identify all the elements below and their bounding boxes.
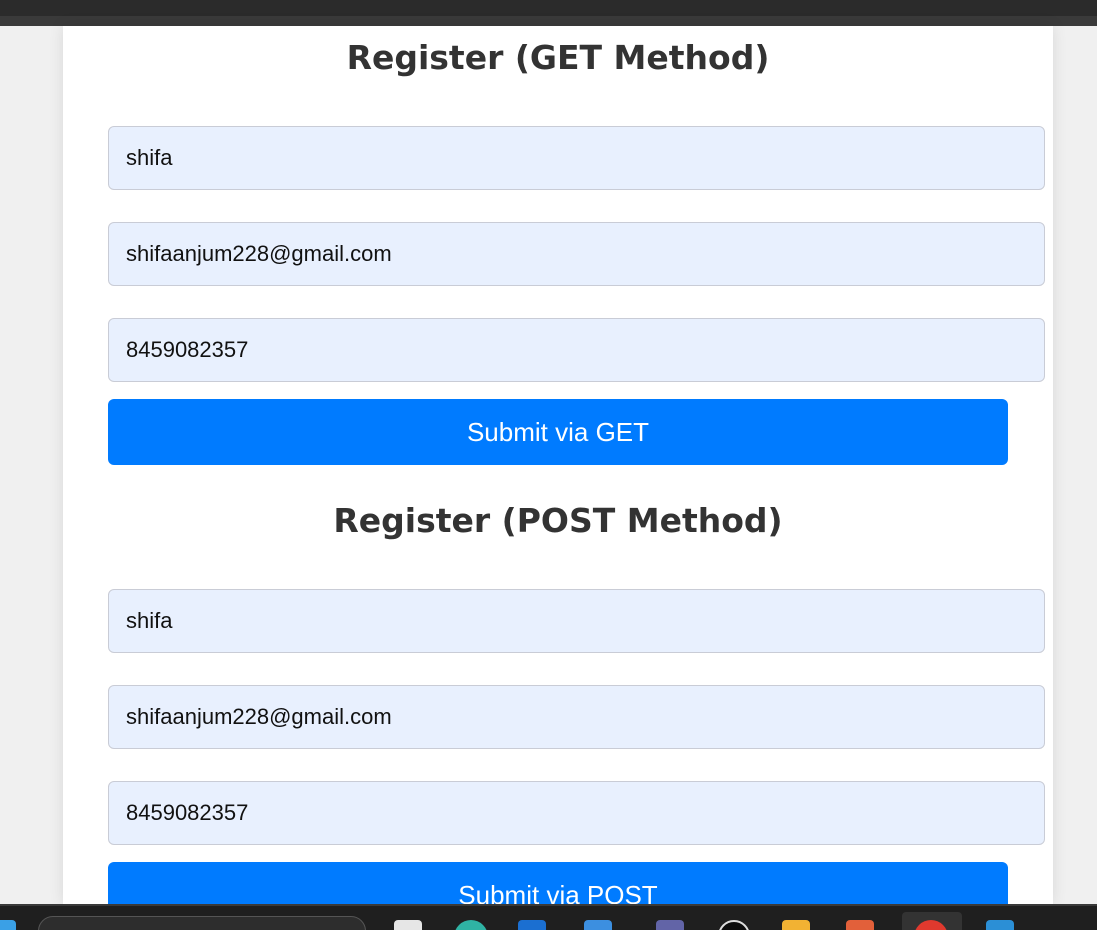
post-phone-input[interactable]: [108, 781, 1045, 845]
windows-start-icon[interactable]: [0, 920, 16, 930]
post-name-input[interactable]: [108, 589, 1045, 653]
get-email-input[interactable]: [108, 222, 1045, 286]
teams-icon[interactable]: [656, 920, 684, 930]
file-explorer-icon[interactable]: [782, 920, 810, 930]
notepad-icon[interactable]: [394, 920, 422, 930]
post-form-title: Register (POST Method): [333, 501, 783, 540]
github-icon[interactable]: [718, 920, 750, 930]
get-form-title: Register (GET Method): [346, 38, 770, 77]
taskbar-search-box[interactable]: [38, 916, 366, 930]
get-name-input[interactable]: [108, 126, 1045, 190]
browser-top-bar: [0, 0, 1097, 26]
os-taskbar: [0, 904, 1097, 930]
post-email-input[interactable]: [108, 685, 1045, 749]
outlook-icon[interactable]: [584, 920, 612, 930]
edge-icon[interactable]: [454, 920, 488, 930]
vscode-icon[interactable]: [986, 920, 1014, 930]
office-icon[interactable]: [846, 920, 874, 930]
submit-get-button[interactable]: Submit via GET: [108, 399, 1008, 465]
store-icon[interactable]: [518, 920, 546, 930]
get-phone-input[interactable]: [108, 318, 1045, 382]
form-container: Register (GET Method) Submit via GET Reg…: [63, 26, 1053, 928]
page-viewport[interactable]: Register (GET Method) Submit via GET Reg…: [0, 26, 1097, 928]
browser-top-bar-edge: [0, 16, 1097, 26]
